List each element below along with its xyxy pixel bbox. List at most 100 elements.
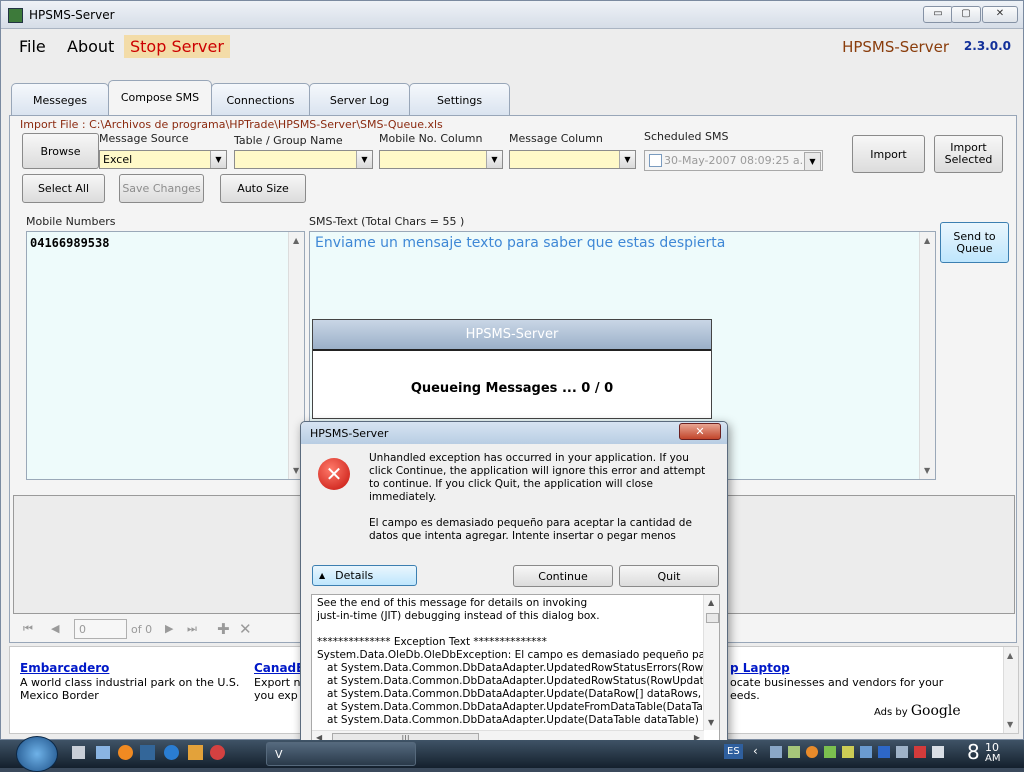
app-icon-5[interactable]: [210, 745, 225, 760]
browse-button[interactable]: Browse: [22, 133, 99, 169]
collapse-icon: ▲: [319, 571, 326, 580]
minimize-button[interactable]: ▭: [923, 6, 953, 23]
clock-hour: 8: [967, 740, 980, 764]
error-dialog: HPSMS-Server ✕ ✕ Unhandled exception has…: [300, 421, 728, 748]
previous-record-icon[interactable]: ◀: [51, 622, 59, 635]
record-count-label: of 0: [131, 623, 153, 636]
ad-1-text: A world class industrial park on the U.S…: [20, 676, 240, 702]
mobile-column-label: Mobile No. Column: [379, 132, 483, 145]
details-line: at System.Data.Common.DbDataAdapter.Upda…: [317, 688, 713, 700]
google-logo[interactable]: Google: [911, 703, 961, 719]
app-icon-2[interactable]: [140, 745, 155, 760]
ad-2-title[interactable]: CanadE: [254, 661, 304, 675]
mobile-numbers-box[interactable]: 04166989538 ▲ ▼: [26, 231, 305, 480]
tray-icon-6[interactable]: [860, 746, 872, 758]
firefox-icon[interactable]: [118, 745, 133, 760]
error-message: Unhandled exception has occurred in your…: [369, 452, 706, 503]
taskbar-item[interactable]: V: [266, 742, 416, 766]
show-desktop-icon[interactable]: [96, 746, 110, 759]
bluetooth-icon[interactable]: [878, 746, 890, 758]
scheduled-checkbox[interactable]: [649, 154, 662, 167]
chevron-down-icon[interactable]: ▼: [804, 152, 821, 171]
tray-icon-3[interactable]: [806, 746, 818, 758]
antivirus-icon[interactable]: [914, 746, 926, 758]
import-selected-button[interactable]: Import Selected: [934, 135, 1003, 173]
taskbar: V ES ‹ 8 10 AM: [0, 736, 1024, 772]
app-icon-3[interactable]: [164, 745, 179, 760]
details-line: just-in-time (JIT) debugging instead of …: [317, 610, 600, 622]
progress-title: HPSMS-Server: [313, 320, 711, 351]
tab-connections[interactable]: Connections: [211, 83, 310, 116]
version-label: 2.3.0.0: [963, 39, 1011, 53]
brand-label: HPSMS-Server: [842, 38, 949, 56]
chevron-down-icon[interactable]: ▼: [619, 151, 635, 168]
chevron-down-icon[interactable]: ▼: [356, 151, 372, 168]
mobile-column-select[interactable]: ▼: [379, 150, 503, 169]
scheduled-sms-picker[interactable]: 30-May-2007 08:09:25 a.m. ▼: [644, 150, 823, 171]
details-button[interactable]: ▲ Details: [312, 565, 417, 586]
tab-server-log[interactable]: Server Log: [309, 83, 410, 116]
title-bar[interactable]: HPSMS-Server ▭ ▢ ✕: [1, 1, 1023, 29]
quit-button[interactable]: Quit: [619, 565, 719, 587]
chevron-down-icon[interactable]: ▼: [210, 151, 226, 168]
menu-file[interactable]: File: [13, 35, 52, 58]
start-button[interactable]: [16, 736, 58, 772]
message-source-select[interactable]: Excel ▼: [99, 150, 227, 169]
import-file-path: Import File : C:\Archivos de programa\HP…: [20, 118, 443, 131]
last-record-icon[interactable]: ⏭: [187, 622, 197, 636]
tray-icon-5[interactable]: [842, 746, 854, 758]
language-indicator[interactable]: ES: [724, 744, 743, 759]
progress-text: Queueing Messages ... 0 / 0: [410, 381, 614, 396]
ad-1-title[interactable]: Embarcadero: [20, 661, 109, 675]
auto-size-button[interactable]: Auto Size: [220, 174, 306, 203]
network-icon[interactable]: [896, 746, 908, 758]
app-icon-4[interactable]: [188, 745, 203, 760]
table-group-select[interactable]: ▼: [234, 150, 373, 169]
menu-about[interactable]: About: [61, 35, 120, 58]
details-textbox[interactable]: See the end of this message for details …: [311, 594, 720, 747]
tray-icon-4[interactable]: [824, 746, 836, 758]
maximize-button[interactable]: ▢: [951, 6, 981, 23]
tray-icon-2[interactable]: [788, 746, 800, 758]
next-record-icon[interactable]: ▶: [165, 622, 173, 635]
tray-icon-1[interactable]: [770, 746, 782, 758]
sms-scrollbar[interactable]: ▲ ▼: [919, 232, 935, 479]
details-label: Details: [335, 569, 374, 582]
mobile-numbers-label: Mobile Numbers: [26, 215, 116, 228]
details-line: [317, 623, 697, 636]
details-line: at System.Data.Common.DbDataAdapter.Upda…: [317, 675, 704, 687]
add-record-icon[interactable]: ✚: [217, 620, 230, 638]
tray-expand-icon[interactable]: ‹: [753, 744, 758, 758]
save-changes-button[interactable]: Save Changes: [119, 174, 204, 203]
tab-messeges[interactable]: Messeges: [11, 83, 109, 116]
ad-scrollbar[interactable]: ▲ ▼: [1003, 647, 1018, 733]
message-column-select[interactable]: ▼: [509, 150, 636, 169]
details-line: at System.Data.Common.DbDataAdapter.Upda…: [317, 662, 711, 674]
record-position-input[interactable]: 0: [74, 619, 127, 639]
message-column-label: Message Column: [509, 132, 603, 145]
continue-button[interactable]: Continue: [513, 565, 613, 587]
clock[interactable]: 8 10 AM: [965, 740, 1015, 768]
import-button[interactable]: Import: [852, 135, 925, 173]
error-icon: ✕: [318, 458, 350, 490]
tab-compose-sms[interactable]: Compose SMS: [108, 80, 212, 117]
tab-settings[interactable]: Settings: [409, 83, 510, 116]
ads-by-text: Ads by: [874, 707, 908, 718]
details-vscroll[interactable]: ▲ ▼: [703, 595, 719, 730]
error-title-bar[interactable]: HPSMS-Server ✕: [301, 422, 727, 444]
message-source-value: Excel: [103, 153, 133, 166]
close-button[interactable]: ✕: [982, 6, 1018, 23]
chevron-down-icon[interactable]: ▼: [486, 151, 502, 168]
select-all-button[interactable]: Select All: [22, 174, 105, 203]
ad-3-title[interactable]: p Laptop: [730, 661, 790, 675]
clock-ampm: AM: [985, 753, 1001, 764]
menu-stop-server[interactable]: Stop Server: [124, 35, 230, 58]
first-record-icon[interactable]: ⏮: [23, 622, 33, 636]
details-line: at System.Data.Common.DbDataAdapter.Upda…: [317, 714, 699, 726]
delete-record-icon[interactable]: ✕: [239, 620, 252, 638]
quicklaunch-icon[interactable]: [72, 746, 85, 759]
details-line: ************** Exception Text **********…: [317, 636, 547, 648]
send-to-queue-button[interactable]: Send to Queue: [940, 222, 1009, 263]
error-close-button[interactable]: ✕: [679, 423, 721, 440]
volume-icon[interactable]: [932, 746, 944, 758]
